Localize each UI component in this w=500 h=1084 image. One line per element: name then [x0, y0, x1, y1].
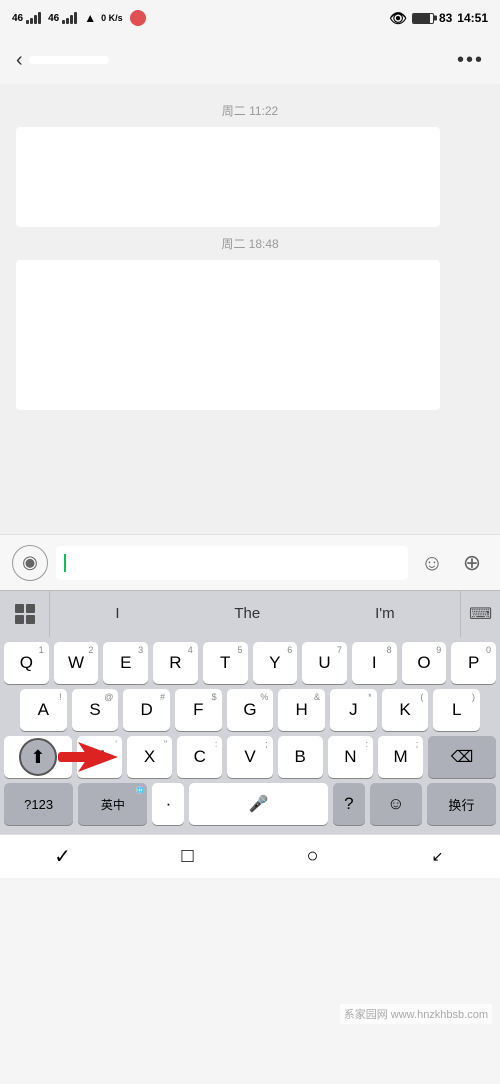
key-j[interactable]: *J — [330, 689, 377, 731]
nav-recent-icon: ○ — [306, 845, 318, 868]
collapse-button[interactable]: ⌨ — [460, 591, 500, 637]
network-speed: 0 K/s — [101, 13, 123, 23]
mic-icon: 🎤 — [249, 794, 269, 814]
keyboard-row-3: ⬆ 'Z "X :C ;V B :N ;M ⌫ — [4, 736, 496, 778]
status-right: 👁 83 14:51 — [389, 10, 488, 27]
key-z[interactable]: 'Z — [77, 736, 122, 778]
key-c[interactable]: :C — [177, 736, 222, 778]
back-button[interactable]: ‹ — [16, 49, 109, 72]
battery-fill — [413, 14, 430, 23]
emoji-icon: ☺ — [421, 550, 443, 576]
shift-key[interactable]: ⬆ — [4, 736, 72, 778]
carrier2-text: 46 — [48, 13, 59, 24]
nav-home-icon: □ — [181, 845, 193, 868]
status-bar: 46 46 ▲ 0 K/s 👁 83 14:51 — [0, 0, 500, 36]
collapse-icon: ⌨ — [469, 604, 492, 624]
nav-back-button[interactable]: ✓ — [43, 837, 83, 877]
key-r[interactable]: 4R — [153, 642, 198, 684]
key-t[interactable]: 5T — [203, 642, 248, 684]
key-f[interactable]: $F — [175, 689, 222, 731]
timestamp-1: 周二 11:22 — [0, 102, 500, 119]
top-nav: ‹ ••• — [0, 36, 500, 84]
emoji-button[interactable]: ☺ — [416, 547, 448, 579]
apps-button[interactable] — [0, 591, 50, 637]
timestamp-2: 周二 18:48 — [0, 235, 500, 252]
plus-icon: ⊕ — [463, 550, 481, 576]
key-u[interactable]: 7U — [302, 642, 347, 684]
autocomplete-word-2[interactable]: The — [226, 601, 268, 626]
message-bubble-1 — [16, 127, 440, 227]
input-bar: ◉ ☺ ⊕ — [0, 534, 500, 590]
globe-indicator: 🌐 — [136, 786, 144, 794]
key-d[interactable]: #D — [123, 689, 170, 731]
delete-icon: ⌫ — [451, 747, 474, 767]
mic-key[interactable]: 🎤 — [189, 783, 327, 825]
apps-icon — [15, 604, 35, 624]
key-v[interactable]: ;V — [227, 736, 272, 778]
keyboard-row-1: 1Q 2W 3E 4R 5T 6Y 7U 8I 9O 0P — [4, 642, 496, 684]
battery-icon — [412, 13, 434, 24]
key-b[interactable]: B — [278, 736, 323, 778]
carrier-text: 46 — [12, 13, 23, 24]
key-e[interactable]: 3E — [103, 642, 148, 684]
more-button[interactable]: ••• — [457, 49, 484, 72]
key-l[interactable]: )L — [433, 689, 480, 731]
enter-key[interactable]: 换行 — [427, 783, 496, 825]
voice-button[interactable]: ◉ — [12, 545, 48, 581]
voice-icon: ◉ — [22, 552, 38, 573]
num123-key[interactable]: ?123 — [4, 783, 73, 825]
nav-bar: ✓ □ ○ ↙ — [0, 834, 500, 878]
key-m[interactable]: ;M — [378, 736, 423, 778]
key-g[interactable]: %G — [227, 689, 274, 731]
signal-bars-1 — [26, 12, 41, 24]
shift-icon: ⬆ — [30, 747, 45, 768]
key-q[interactable]: 1Q — [4, 642, 49, 684]
nav-recent-button[interactable]: ○ — [293, 837, 333, 877]
time: 14:51 — [457, 11, 488, 25]
shift-circle: ⬆ — [19, 738, 57, 776]
key-y[interactable]: 6Y — [253, 642, 298, 684]
key-a[interactable]: !A — [20, 689, 67, 731]
keyboard-row-2: !A @S #D $F %G &H *J (K )L — [4, 689, 496, 731]
signal-bars-2 — [62, 12, 77, 24]
key-k[interactable]: (K — [382, 689, 429, 731]
battery-percent: 83 — [439, 11, 452, 25]
nav-check-icon: ✓ — [54, 844, 71, 869]
nav-home-button[interactable]: □ — [168, 837, 208, 877]
key-w[interactable]: 2W — [54, 642, 99, 684]
key-x[interactable]: "X — [127, 736, 172, 778]
nav-extra-icon: ↙ — [432, 848, 444, 865]
wifi-icon: ▲ — [84, 11, 96, 25]
autocomplete-bar: I The I'm ⌨ — [0, 590, 500, 636]
key-s[interactable]: @S — [72, 689, 119, 731]
message-bubble-2 — [16, 260, 440, 410]
keyboard: 1Q 2W 3E 4R 5T 6Y 7U 8I 9O 0P !A @S #D $… — [0, 636, 500, 834]
plus-button[interactable]: ⊕ — [456, 547, 488, 579]
key-i[interactable]: 8I — [352, 642, 397, 684]
eye-icon: 👁 — [389, 10, 407, 27]
nav-extra-button[interactable]: ↙ — [418, 837, 458, 877]
chat-area: 周二 11:22 周二 18:48 — [0, 84, 500, 534]
status-left: 46 46 ▲ 0 K/s — [12, 10, 146, 26]
key-h[interactable]: &H — [278, 689, 325, 731]
text-input[interactable] — [56, 546, 408, 580]
contact-name — [29, 56, 109, 64]
watermark: 系家园网 www.hnzkhbsb.com — [340, 1004, 492, 1024]
miui-icon — [130, 10, 146, 26]
autocomplete-word-3[interactable]: I'm — [367, 601, 403, 626]
key-p[interactable]: 0P — [451, 642, 496, 684]
key-o[interactable]: 9O — [402, 642, 447, 684]
autocomplete-word-1[interactable]: I — [107, 601, 127, 626]
question-key[interactable]: ? — [333, 783, 365, 825]
dot-key[interactable]: · — [152, 783, 184, 825]
delete-key[interactable]: ⌫ — [428, 736, 496, 778]
emoji-keyboard-key[interactable]: ☺ — [370, 783, 422, 825]
text-cursor — [64, 554, 66, 572]
autocomplete-words: I The I'm — [50, 601, 460, 626]
back-arrow-icon: ‹ — [16, 49, 23, 72]
key-n[interactable]: :N — [328, 736, 373, 778]
lang-key[interactable]: 英中 🌐 — [78, 783, 147, 825]
keyboard-row-4: ?123 英中 🌐 · 🎤 ? ☺ 换行 — [4, 783, 496, 825]
